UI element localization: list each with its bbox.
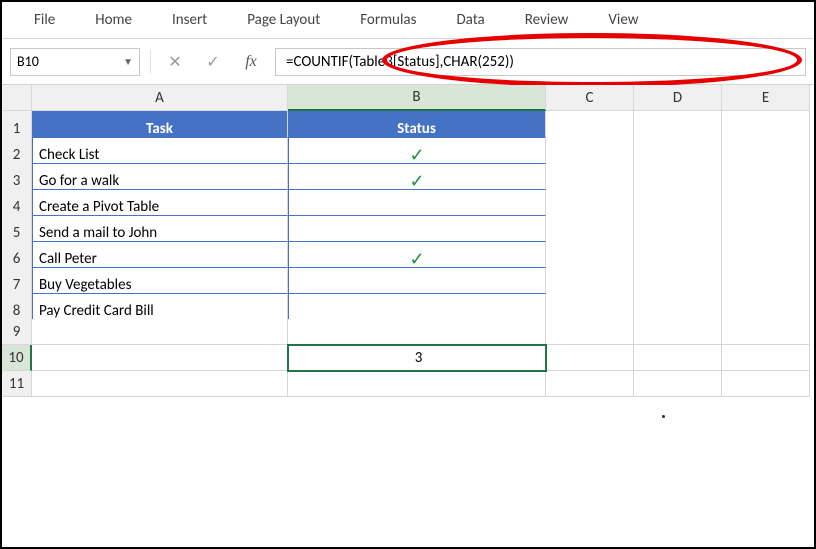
formula-input[interactable]: =COUNTIF(Table3[Status],CHAR(252)) [275,48,806,76]
enter-icon[interactable]: ✓ [199,48,227,76]
cell-a11[interactable] [32,371,288,397]
spreadsheet-grid: A B C D E 1 Task Status 2 Check List ✓ 3… [2,85,814,397]
cell-e9[interactable] [722,319,810,345]
cell-d11[interactable] [634,371,722,397]
col-header-b[interactable]: B [288,85,546,111]
tab-data[interactable]: Data [436,3,504,37]
row-header-9[interactable]: 9 [2,319,32,345]
select-all-corner[interactable] [2,85,32,111]
cell-c9[interactable] [546,319,634,345]
cell-b11[interactable] [288,371,546,397]
stray-dot [662,415,665,418]
tab-review[interactable]: Review [505,3,589,37]
separator [150,50,151,74]
formula-bar: B10 ▼ ✕ ✓ fx =COUNTIF(Table3[Status],CHA… [2,39,814,85]
cell-e11[interactable] [722,371,810,397]
tab-file[interactable]: File [14,3,75,37]
cell-a9[interactable] [32,319,288,345]
tab-insert[interactable]: Insert [152,3,227,37]
row-header-11[interactable]: 11 [2,371,32,397]
row-header-10[interactable]: 10 [2,345,32,371]
tab-view[interactable]: View [588,3,658,37]
tab-home[interactable]: Home [75,3,152,37]
cancel-icon[interactable]: ✕ [161,48,189,76]
ribbon-tabs: File Home Insert Page Layout Formulas Da… [2,2,814,39]
cell-e10[interactable] [722,345,810,371]
cell-c11[interactable] [546,371,634,397]
fx-icon[interactable]: fx [237,48,265,76]
col-header-c[interactable]: C [546,85,634,111]
col-header-d[interactable]: D [634,85,722,111]
formula-text: =COUNTIF(Table3[Status],CHAR(252)) [286,53,514,71]
dropdown-icon[interactable]: ▼ [123,55,133,68]
cell-b10[interactable]: 3 [288,345,546,371]
col-header-a[interactable]: A [32,85,288,111]
name-box[interactable]: B10 ▼ [10,48,140,76]
col-header-e[interactable]: E [722,85,810,111]
tab-page-layout[interactable]: Page Layout [227,3,340,37]
cell-b9[interactable] [288,319,546,345]
cell-d10[interactable] [634,345,722,371]
cell-c10[interactable] [546,345,634,371]
tab-formulas[interactable]: Formulas [340,3,436,37]
cell-a10[interactable] [32,345,288,371]
name-box-value: B10 [17,53,39,70]
cell-d9[interactable] [634,319,722,345]
